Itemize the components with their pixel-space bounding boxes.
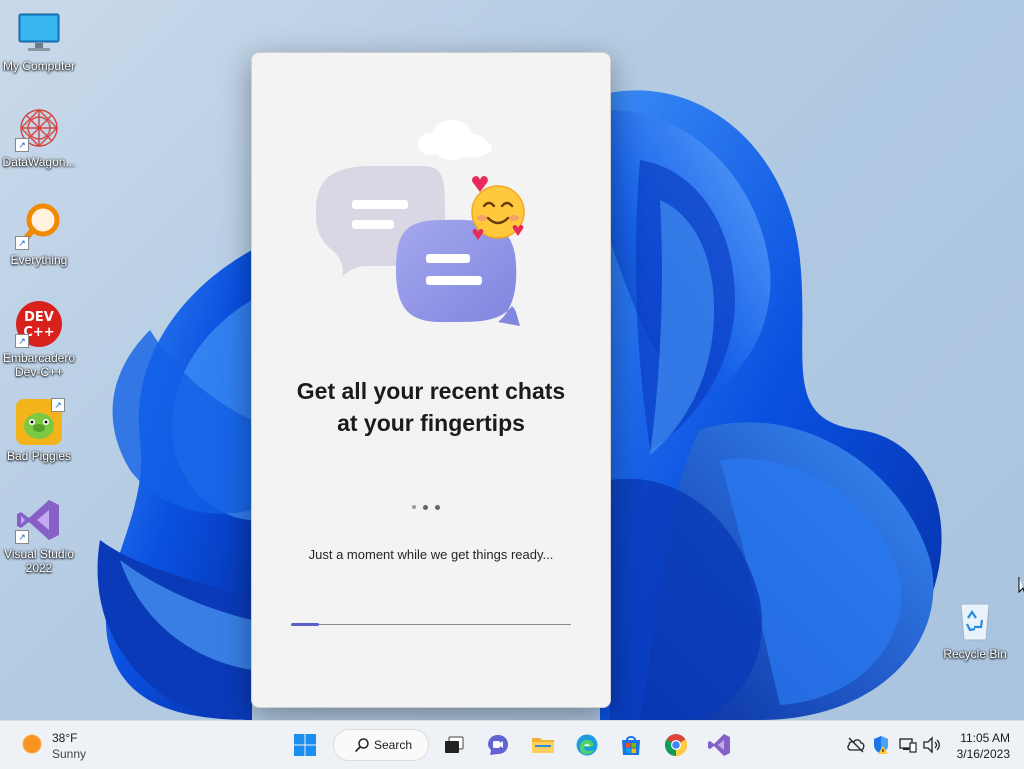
desktop-icon-label: My Computer [2, 59, 76, 73]
loading-dots [412, 505, 440, 510]
mouse-cursor-icon [1018, 577, 1024, 594]
network-icon[interactable] [898, 735, 918, 755]
taskbar-edge[interactable] [571, 729, 603, 761]
desktop-icon-datawagon[interactable]: ↗ DataWagon... [0, 104, 78, 169]
shortcut-arrow-icon: ↗ [15, 236, 29, 250]
taskbar-teams-chat[interactable] [482, 729, 514, 761]
taskbar-visual-studio[interactable] [703, 729, 735, 761]
progress-bar-fill [291, 623, 319, 626]
cloud-icon [418, 120, 492, 160]
clock-time: 11:05 AM [960, 731, 1010, 745]
taskbar-store[interactable] [615, 729, 647, 761]
search-label: Search [374, 738, 413, 752]
desktop-icon-bad-piggies[interactable]: ↗ Bad Piggies [0, 398, 78, 463]
desktop-icon-label: Bad Piggies [6, 449, 72, 463]
start-button[interactable] [289, 729, 321, 761]
shortcut-arrow-icon: ↗ [51, 398, 65, 412]
teams-chat-splash-window: Get all your recent chats at your finger… [251, 52, 611, 708]
desktop-icon-label: Embarcadero Dev-C++ [2, 351, 76, 379]
chat-icon [488, 735, 508, 755]
progress-bar [291, 623, 571, 626]
datawagon-icon: ↗ [15, 104, 63, 152]
taskbar: 38°F Sunny Search 11:05 AM 3/16/2023 [0, 720, 1024, 769]
loading-status-text: Just a moment while we get things ready.… [308, 547, 554, 562]
windows-logo-icon [294, 734, 316, 756]
chrome-icon [665, 734, 687, 756]
desktop-icon-label: Recycle Bin [943, 647, 1007, 661]
weather-temperature: 38°F [52, 731, 78, 745]
sun-icon [20, 732, 44, 756]
visual-studio-icon: ↗ [15, 496, 63, 544]
splash-headline: Get all your recent chats at your finger… [252, 375, 610, 439]
chat-bubbles-illustration [316, 120, 525, 326]
everything-magnifier-icon: ↗ [15, 202, 63, 250]
security-icon[interactable] [871, 735, 891, 755]
search-icon [355, 738, 369, 752]
shortcut-arrow-icon: ↗ [15, 334, 29, 348]
taskbar-chrome[interactable] [660, 729, 692, 761]
desktop-icon-my-computer[interactable]: My Computer [0, 8, 78, 73]
edge-icon [576, 734, 598, 756]
desktop-icon-label: Visual Studio 2022 [4, 547, 74, 575]
store-icon [622, 736, 640, 755]
task-view-button[interactable] [438, 729, 470, 761]
desktop-icon-devcpp[interactable]: DEV C++ ↗ Embarcadero Dev-C++ [0, 300, 78, 379]
weather-condition: Sunny [52, 747, 87, 761]
desktop-icon-label: DataWagon... [2, 155, 76, 169]
headline-line-1: Get all your recent chats [296, 378, 566, 404]
devcpp-icon: DEV C++ ↗ [15, 300, 63, 348]
volume-icon[interactable] [922, 735, 942, 755]
taskbar-search-button[interactable]: Search [333, 729, 429, 761]
recycle-bin-icon [951, 596, 999, 644]
weather-widget[interactable]: 38°F Sunny [14, 727, 144, 763]
bad-piggies-icon: ↗ [15, 398, 65, 446]
folder-icon [532, 738, 554, 753]
monitor-icon [15, 8, 63, 56]
cloud-offline-icon[interactable] [846, 735, 866, 755]
desktop-icon-visual-studio[interactable]: ↗ Visual Studio 2022 [0, 496, 78, 575]
smiling-face-with-hearts-emoji [471, 176, 525, 240]
visual-studio-icon [708, 734, 730, 756]
taskbar-clock[interactable]: 11:05 AM 3/16/2023 [944, 730, 1010, 762]
taskbar-file-explorer[interactable] [527, 729, 559, 761]
svg-text:DEV: DEV [24, 310, 54, 325]
desktop-icon-recycle-bin[interactable]: Recycle Bin [936, 596, 1014, 661]
task-view-icon [445, 736, 464, 753]
shortcut-arrow-icon: ↗ [15, 530, 29, 544]
clock-date: 3/16/2023 [956, 747, 1010, 761]
shortcut-arrow-icon: ↗ [15, 138, 29, 152]
desktop-icon-everything[interactable]: ↗ Everything [0, 202, 78, 267]
desktop-icon-label: Everything [10, 253, 68, 267]
headline-line-2: at your fingertips [337, 410, 525, 436]
